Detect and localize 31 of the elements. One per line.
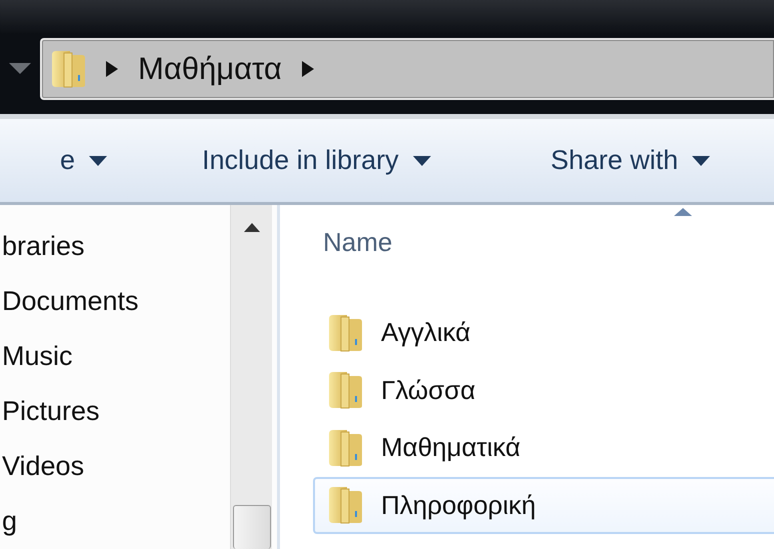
folder-icon: [327, 370, 363, 410]
nav-item[interactable]: Videos: [2, 446, 84, 487]
dropdown-arrow-icon[interactable]: [9, 63, 31, 75]
scrollbar-thumb[interactable]: [232, 505, 270, 549]
folder-item[interactable]: Αγγλικά: [313, 304, 774, 362]
folder-item[interactable]: Πληροφορική: [313, 476, 774, 534]
folder-icon: [50, 49, 86, 89]
breadcrumb[interactable]: Μαθήματα: [138, 46, 282, 92]
folder-icon: [327, 485, 363, 526]
nav-item[interactable]: Music: [2, 336, 73, 377]
folder-item[interactable]: Μαθηματικά: [313, 419, 774, 476]
caret-icon: [692, 156, 710, 166]
folder-icon: [327, 312, 363, 353]
toolbar-button[interactable]: Include in library: [202, 140, 431, 181]
folder-icon: [327, 428, 363, 468]
nav-item[interactable]: braries: [2, 226, 85, 267]
breadcrumb-arrow-icon: [302, 61, 314, 77]
toolbar-button[interactable]: e: [60, 140, 108, 181]
nav-item[interactable]: Pictures: [2, 391, 100, 432]
toolbar-button[interactable]: Share with: [550, 140, 710, 181]
nav-item[interactable]: g: [2, 501, 18, 542]
column-header[interactable]: Name: [323, 223, 392, 262]
caret-icon: [412, 156, 431, 166]
address-bar[interactable]: Μαθήματα: [40, 38, 774, 100]
breadcrumb-arrow-icon: [106, 61, 118, 77]
scrollbar[interactable]: [230, 205, 272, 549]
scroll-up-icon[interactable]: [244, 223, 260, 232]
caret-icon: [89, 156, 108, 166]
folder-item[interactable]: Γλώσσα: [313, 362, 774, 419]
sort-arrow-icon: [674, 208, 692, 216]
nav-item[interactable]: Documents: [2, 281, 139, 322]
